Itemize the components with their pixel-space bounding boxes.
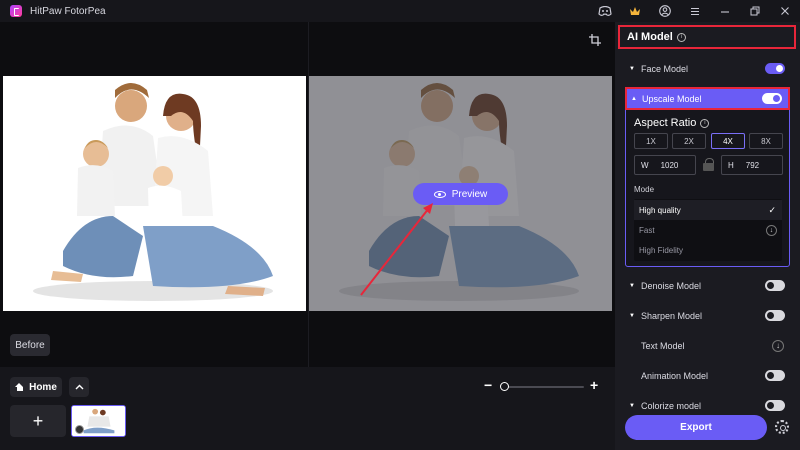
ratio-2x-button[interactable]: 2X	[672, 133, 706, 149]
denoise-model-toggle[interactable]	[765, 280, 785, 291]
zoom-slider-thumb[interactable]	[500, 382, 509, 391]
zoom-control: − +	[482, 377, 602, 395]
denoise-model-row[interactable]: ▼ Denoise Model	[615, 276, 800, 296]
download-icon[interactable]: ↓	[766, 224, 777, 236]
mode-list: High quality ✓ Fast ↓ High Fidelity	[634, 199, 782, 261]
upscale-model-row[interactable]: ▲ Upscale Model	[625, 87, 790, 110]
ratio-4x-button[interactable]: 4X	[711, 133, 745, 149]
expand-arrow-icon: ▼	[629, 283, 635, 289]
zoom-in-button[interactable]: +	[590, 377, 598, 393]
image-canvas: Preview Before	[0, 22, 615, 367]
info-icon[interactable]: i	[700, 118, 710, 128]
chevron-up-icon	[75, 384, 83, 390]
height-field-label: H	[728, 160, 734, 170]
preview-label: Preview	[451, 188, 488, 200]
ratio-1x-button[interactable]: 1X	[634, 133, 668, 149]
text-model-label: Text Model	[641, 341, 685, 351]
before-button[interactable]: Before	[10, 334, 50, 356]
width-field-label: W	[641, 160, 649, 170]
collapse-button[interactable]	[69, 377, 89, 397]
denoise-model-label: Denoise Model	[641, 281, 702, 291]
mode-option-label: High quality	[639, 205, 681, 215]
animation-model-toggle[interactable]	[765, 370, 785, 381]
colorize-model-row[interactable]: ▼ Colorize model	[615, 396, 800, 416]
zoom-slider[interactable]	[502, 386, 584, 388]
eye-icon	[433, 190, 446, 198]
height-field[interactable]: H 792	[721, 155, 783, 175]
mode-option-label: Fast	[639, 225, 655, 235]
title-bar: HitPaw FotorPea	[0, 0, 800, 22]
collapse-arrow-icon: ▲	[631, 95, 637, 102]
aspect-ratio-title: Aspect Ratio i	[634, 117, 710, 129]
mode-option-fast[interactable]: Fast ↓	[634, 220, 782, 240]
minimize-icon[interactable]	[710, 0, 740, 22]
app-logo-icon	[10, 5, 22, 17]
check-icon: ✓	[768, 204, 776, 215]
upscale-model-label: Upscale Model	[641, 93, 702, 104]
mode-label: Mode	[634, 185, 655, 194]
account-icon[interactable]	[650, 0, 680, 22]
bottom-bar: Home − + +	[0, 367, 615, 450]
gear-icon[interactable]	[75, 425, 84, 434]
sharpen-model-label: Sharpen Model	[641, 311, 703, 321]
animation-model-label: Animation Model	[641, 371, 709, 381]
original-image	[3, 76, 306, 311]
premium-icon[interactable]	[620, 0, 650, 22]
discord-icon[interactable]	[590, 0, 620, 22]
menu-icon[interactable]	[680, 0, 710, 22]
mode-option-label: High Fidelity	[639, 245, 684, 255]
add-image-button[interactable]: +	[10, 405, 66, 437]
mode-option-high-quality[interactable]: High quality ✓	[634, 200, 782, 220]
face-model-label: Face Model	[641, 64, 689, 74]
image-thumbnail[interactable]	[71, 405, 126, 437]
home-button[interactable]: Home	[10, 377, 62, 397]
colorize-model-label: Colorize model	[641, 401, 702, 411]
expand-arrow-icon: ▼	[629, 66, 635, 72]
ratio-8x-button[interactable]: 8X	[749, 133, 783, 149]
mode-option-high-fidelity[interactable]: High Fidelity	[634, 240, 782, 260]
height-value: 792	[745, 160, 760, 170]
info-icon[interactable]: i	[676, 32, 686, 42]
animation-model-row[interactable]: Animation Model	[615, 366, 800, 386]
annotation-arrow	[360, 203, 433, 296]
aspect-ratio-label: Aspect Ratio	[634, 117, 697, 129]
window-controls	[590, 0, 800, 22]
crop-icon[interactable]	[589, 34, 601, 46]
width-value: 1020	[660, 160, 679, 170]
home-icon	[15, 383, 24, 391]
sharpen-model-toggle[interactable]	[765, 310, 785, 321]
app-title: HitPaw FotorPea	[30, 5, 106, 17]
export-button[interactable]: Export	[625, 415, 767, 440]
upscale-model-toggle[interactable]	[762, 93, 782, 104]
ai-model-panel: AI Model i ▼ Face Model ▲ Upscale Model …	[615, 22, 800, 450]
download-icon[interactable]: ↓	[772, 340, 784, 352]
sharpen-model-row[interactable]: ▼ Sharpen Model	[615, 306, 800, 326]
text-model-row[interactable]: Text Model ↓	[615, 336, 800, 356]
maximize-icon[interactable]	[740, 0, 770, 22]
colorize-model-toggle[interactable]	[765, 400, 785, 411]
face-model-row[interactable]: ▼ Face Model	[615, 59, 800, 79]
width-field[interactable]: W 1020	[634, 155, 696, 175]
settings-icon[interactable]	[775, 420, 789, 434]
lock-icon[interactable]	[703, 158, 714, 171]
panel-header: AI Model i	[618, 25, 796, 49]
close-icon[interactable]	[770, 0, 800, 22]
home-label: Home	[29, 381, 57, 393]
face-model-toggle[interactable]	[765, 63, 785, 74]
expand-arrow-icon: ▼	[629, 403, 635, 409]
zoom-out-button[interactable]: −	[484, 377, 492, 393]
panel-title: AI Model	[627, 31, 673, 43]
expand-arrow-icon: ▼	[629, 313, 635, 319]
